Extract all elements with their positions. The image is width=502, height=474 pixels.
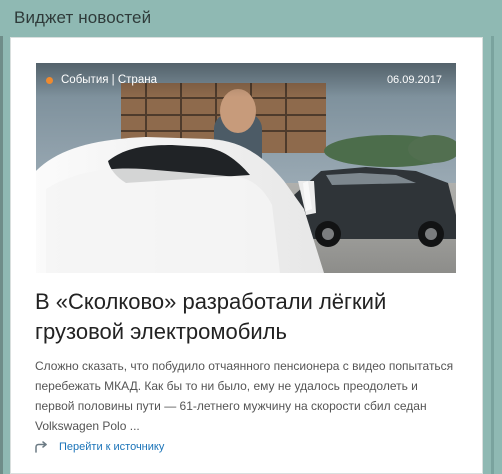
widget-header: Виджет новостей (0, 0, 502, 36)
left-edge (0, 36, 3, 474)
category-row: События | Страна (46, 74, 157, 86)
category-dot-icon (46, 76, 53, 84)
article-excerpt: Сложно сказать, что побудило отчаянного … (35, 359, 454, 433)
news-image[interactable]: События | Страна 06.09.2017 (36, 63, 456, 273)
scrollbar-track[interactable] (483, 36, 502, 474)
publish-date: 06.09.2017 (386, 74, 442, 86)
news-card: События | Страна 06.09.2017 В «Сколково»… (10, 37, 483, 474)
source-row: Перейти к источнику (35, 441, 164, 453)
image-meta-bar: События | Страна 06.09.2017 (36, 63, 456, 97)
category-label: События | Страна (61, 74, 157, 86)
share-icon[interactable] (35, 441, 51, 453)
widget-title: Виджет новостей (14, 8, 152, 27)
article-headline[interactable]: В «Сколково» разработали лёгкий грузовой… (35, 287, 455, 347)
scrollbar-line (491, 36, 494, 474)
source-link[interactable]: Перейти к источнику (59, 441, 164, 453)
